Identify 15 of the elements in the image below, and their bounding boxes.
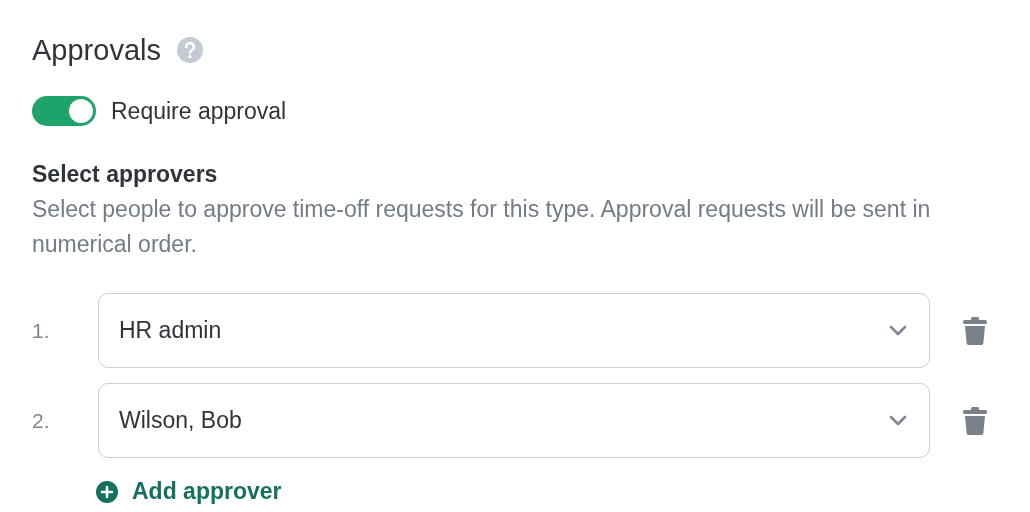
subsection-heading: Select approvers [32,160,219,189]
row-number: 1. [32,318,51,343]
toggle-switch[interactable] [32,96,96,126]
add-approver-button[interactable]: Add approver [96,478,282,505]
chevron-down-icon [889,325,907,336]
approver-select[interactable]: HR admin [98,293,930,368]
description-text: Select people to approve time-off requests for this type. Approval requests will be sent in numerical order. [32,195,932,259]
plus-circle-icon [96,480,118,503]
approver-select[interactable]: Wilson, Bob [98,383,930,458]
chevron-down-icon [889,415,907,426]
row-number: 2. [32,408,51,433]
trash-icon[interactable] [963,406,987,435]
toggle-label: Require approval [111,97,287,125]
trash-icon[interactable] [963,316,987,345]
section-title: Approvals [32,33,161,67]
